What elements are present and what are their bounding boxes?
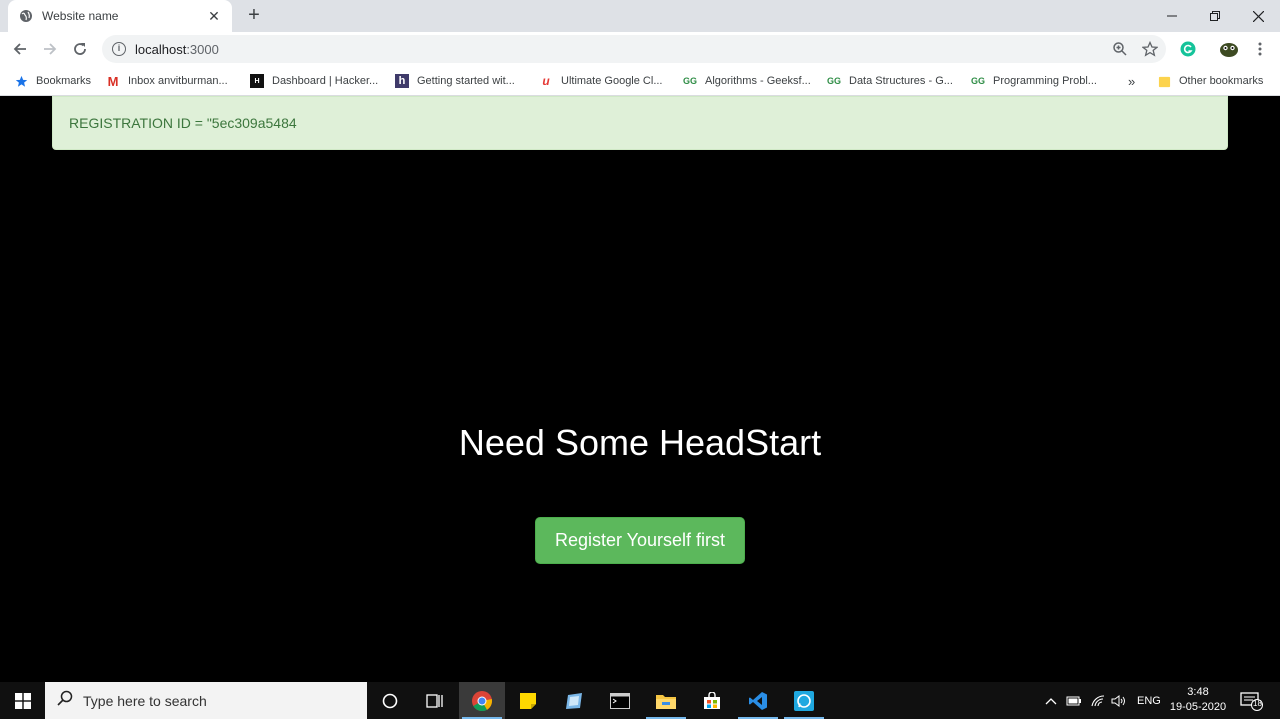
terminal-icon[interactable] [597,682,643,719]
show-hidden-icons-chevron-icon[interactable] [1045,682,1057,719]
folder-icon [1157,74,1171,88]
bookmark-label: Programming Probl... [993,75,1097,87]
other-bookmarks-label: Other bookmarks [1179,75,1264,87]
volume-icon[interactable] [1111,682,1127,719]
bookmark-label: Data Structures - G... [849,75,953,87]
globe-icon [18,8,34,24]
bookmark-item[interactable]: M Inbox anvitburman... [106,72,228,90]
udemy-icon: u [542,74,550,88]
bookmark-label: Algorithms - Geeksf... [705,75,811,87]
bookmark-item[interactable]: H Dashboard | Hacker... [250,72,378,90]
bookmarks-bar: Bookmarks M Inbox anvitburman... H Dashb… [0,66,1280,96]
clock-date: 19-05-2020 [1169,701,1227,713]
heroku-icon: h [395,74,409,88]
url-port: :3000 [186,41,219,57]
vscode-icon[interactable] [735,682,781,719]
search-placeholder: Type here to search [83,692,207,709]
bookmark-item[interactable]: u Ultimate Google Cl... [539,72,662,90]
notification-count-badge: 18 [1253,699,1262,708]
browser-toolbar: i localhost:3000 [0,32,1280,66]
success-alert: REGISTRATION ID = "5ec309a5484 [52,96,1228,150]
language-indicator[interactable]: ENG [1137,682,1161,719]
wifi-icon[interactable] [1091,682,1105,719]
close-window-icon[interactable] [1236,0,1280,32]
bookmark-item[interactable]: GG Algorithms - Geeksf... [683,72,811,90]
file-explorer-icon[interactable] [643,682,689,719]
geeksforgeeks-icon: GG [827,76,842,86]
store-icon[interactable] [689,682,735,719]
bookmark-label: Ultimate Google Cl... [561,75,663,87]
bookmark-item[interactable]: GG Programming Probl... [971,72,1097,90]
hackerrank-icon: H [250,74,264,88]
new-tab-button[interactable]: + [244,5,264,26]
bookmark-item[interactable]: GG Data Structures - G... [827,72,953,90]
browser-tab[interactable]: Website name ✕ [8,0,232,32]
taskbar-search-box[interactable]: Type here to search [45,682,367,719]
geeksforgeeks-icon: GG [683,76,698,86]
other-bookmarks[interactable]: Other bookmarks [1157,72,1263,90]
geeksforgeeks-icon: GG [971,76,986,86]
bookmark-label: Getting started wit... [417,75,515,87]
bookmark-label: Inbox anvitburman... [128,75,228,87]
sticky-notes-icon[interactable] [505,682,551,719]
cortana-icon[interactable] [367,682,413,719]
menu-kebab-icon[interactable] [1250,39,1270,59]
bookmark-label: Bookmarks [36,75,92,87]
gmail-icon: M [107,73,119,89]
bookmarks-overflow-button[interactable]: » [1128,72,1135,90]
page-headline: Need Some HeadStart [458,422,822,463]
bookmark-label: Dashboard | Hacker... [272,75,379,87]
forward-arrow-icon[interactable] [38,37,62,61]
system-clock[interactable]: 3:48 19-05-2020 [1163,685,1233,715]
battery-icon[interactable] [1066,682,1082,719]
chrome-taskbar-icon[interactable] [459,682,505,719]
grammarly-icon[interactable] [1178,39,1198,59]
bookmark-star-icon[interactable] [1140,39,1160,59]
windows-taskbar: Type here to search ENG 3:48 19-05-2020 … [0,682,1280,719]
address-bar[interactable]: i localhost:3000 [102,35,1166,63]
tab-strip: Website name ✕ + [0,0,1280,32]
star-icon [14,74,28,88]
search-icon [57,690,73,711]
bookmark-item[interactable]: h Getting started wit... [395,72,515,90]
whatsapp-icon[interactable] [781,682,827,719]
tab-close-icon[interactable]: ✕ [206,8,222,25]
tab-title: Website name [42,9,119,23]
site-info-icon[interactable]: i [112,42,126,56]
reload-icon[interactable] [68,37,92,61]
url-text: localhost:3000 [135,42,219,57]
windows-start-icon[interactable] [0,682,45,719]
register-button[interactable]: Register Yourself first [535,517,745,564]
task-view-icon[interactable] [412,682,458,719]
minimize-icon[interactable] [1150,0,1194,32]
back-arrow-icon[interactable] [8,37,32,61]
paint-app-icon[interactable] [551,682,597,719]
restore-icon[interactable] [1193,0,1237,32]
zoom-icon[interactable] [1110,39,1130,59]
clock-time: 3:48 [1187,686,1209,698]
url-host: localhost [135,41,187,57]
action-center-icon[interactable]: 18 [1240,682,1264,719]
bookmark-item[interactable]: Bookmarks [14,72,91,90]
profile-avatar-icon[interactable] [1219,39,1239,59]
page-content: REGISTRATION ID = "5ec309a5484 Need Some… [0,96,1280,682]
